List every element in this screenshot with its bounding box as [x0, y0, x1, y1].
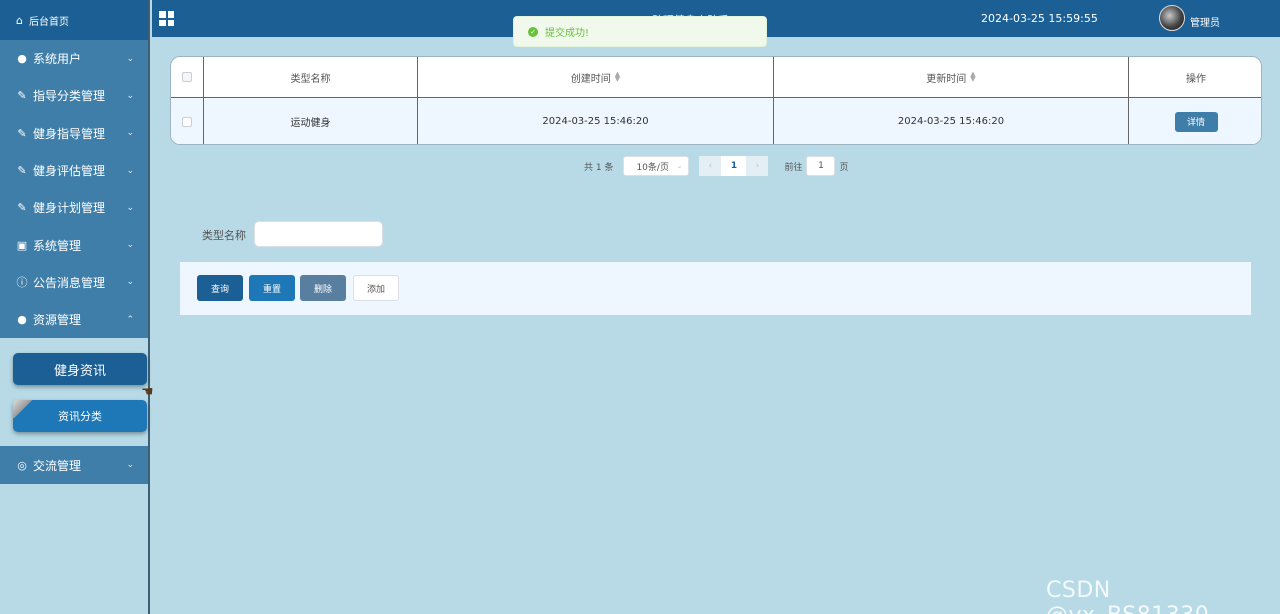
- header-label: 操作: [1186, 73, 1206, 85]
- sidebar-home[interactable]: ⌂ 后台首页: [0, 0, 148, 40]
- chevron-down-icon: ⌄: [126, 202, 134, 213]
- sort-icon[interactable]: ▲ ▼: [615, 71, 620, 83]
- submenu-label: 健身资讯: [53, 363, 106, 379]
- resources-submenu: 健身资讯 资讯分类: [0, 338, 148, 447]
- type-name-input[interactable]: [254, 221, 383, 247]
- page-size-value: 10条/页: [636, 162, 669, 173]
- header-label: 更新时间: [926, 73, 967, 85]
- edit-icon: ✎: [17, 89, 27, 103]
- chevron-down-icon: ⌄: [126, 240, 134, 251]
- data-table: 类型名称 创建时间 ▲ ▼ 更新时间 ▲ ▼ 操作 运动健身 2024-03-25 …: [170, 56, 1262, 145]
- row-checkbox[interactable]: [182, 116, 192, 127]
- chat-icon: ◎: [17, 458, 27, 472]
- home-icon: ⌂: [16, 13, 23, 27]
- submenu-news-category[interactable]: 资讯分类: [13, 400, 147, 433]
- goto-suffix: 页: [839, 162, 849, 173]
- header-label: 创建时间: [570, 73, 611, 85]
- sidebar-item-label: 公告消息管理: [33, 275, 106, 290]
- page-size-select[interactable]: 10条/页 ⌄: [623, 156, 690, 176]
- goto-label: 前往: [784, 162, 803, 173]
- table-cell-created: 2024-03-25 15:46:20: [418, 97, 774, 144]
- edit-icon: ✎: [17, 164, 27, 178]
- chevron-down-icon: ⌄: [676, 162, 683, 170]
- user-icon: ●: [17, 52, 27, 66]
- sidebar-item-label: 指导分类管理: [33, 89, 106, 104]
- chevron-down-icon: ⌄: [126, 53, 134, 64]
- info-icon: ⓘ: [16, 276, 28, 290]
- prev-page-button[interactable]: ‹: [699, 156, 722, 176]
- page-number-current[interactable]: 1: [721, 156, 747, 176]
- location-icon: ●: [17, 313, 27, 327]
- sidebar-item-label: 系统管理: [33, 238, 82, 253]
- sidebar-item-system-users[interactable]: ● 系统用户 ⌄: [0, 40, 148, 77]
- submenu-fitness-news[interactable]: 健身资讯: [13, 353, 147, 386]
- page-fold-decoration: [13, 400, 33, 419]
- watermark: CSDN @vx_BS81330: [1046, 578, 1209, 614]
- chevron-down-icon: ⌄: [126, 90, 134, 101]
- next-page-button[interactable]: ›: [746, 156, 769, 176]
- toast-message: 提交成功!: [545, 28, 590, 39]
- header-label: 类型名称: [290, 73, 331, 85]
- delete-button[interactable]: 删除: [300, 275, 346, 301]
- search-label: 类型名称: [202, 229, 246, 242]
- table-cell-updated: 2024-03-25 15:46:20: [774, 97, 1129, 144]
- sidebar-item-fitness-assessment[interactable]: ✎ 健身评估管理 ⌄: [0, 152, 148, 189]
- sidebar-item-label: 健身计划管理: [33, 201, 106, 216]
- sidebar-item-communication[interactable]: ◎ 交流管理 ⌄: [0, 446, 148, 483]
- avatar[interactable]: [1159, 5, 1185, 31]
- pagination: 共 1 条 10条/页 ⌄ ‹ 1 › 前往 1 页: [584, 156, 848, 176]
- table-cell-actions: 详情: [1129, 97, 1261, 144]
- chevron-up-icon: ⌃: [126, 314, 134, 325]
- sidebar-item-guide-category[interactable]: ✎ 指导分类管理 ⌄: [0, 77, 148, 114]
- sidebar-menu: ● 系统用户 ⌄ ✎ 指导分类管理 ⌄ ✎ 健身指导管理 ⌄ ✎ 健身评估管理 …: [0, 40, 148, 339]
- sidebar-item-label: 健身评估管理: [33, 164, 106, 179]
- header-created-time[interactable]: 创建时间 ▲ ▼: [418, 57, 774, 97]
- sidebar-item-resources[interactable]: ● 资源管理 ⌃: [0, 301, 148, 338]
- add-button[interactable]: 添加: [353, 275, 399, 301]
- sidebar-item-fitness-guide[interactable]: ✎ 健身指导管理 ⌄: [0, 115, 148, 152]
- sidebar-item-system-management[interactable]: ▣ 系统管理 ⌄: [0, 226, 148, 263]
- table-row-checkbox-cell: [171, 97, 204, 144]
- chevron-down-icon: ⌄: [126, 277, 134, 288]
- success-toast: ✓ 提交成功!: [513, 16, 767, 47]
- hand-cursor-icon: ☚: [141, 384, 154, 400]
- header-actions: 操作: [1129, 57, 1261, 97]
- sidebar-item-label: 系统用户: [33, 52, 82, 67]
- pagination-total: 共 1 条: [584, 162, 614, 173]
- select-all-cell: [171, 57, 204, 97]
- chevron-down-icon: ⌄: [126, 165, 134, 176]
- sidebar: ⌂ 后台首页 ● 系统用户 ⌄ ✎ 指导分类管理 ⌄ ✎ 健身指导管理 ⌄ ✎ …: [0, 0, 150, 614]
- sidebar-menu-bottom: ◎ 交流管理 ⌄: [0, 446, 148, 484]
- table-cell-name: 运动健身: [204, 97, 418, 144]
- header-type-name: 类型名称: [204, 57, 418, 97]
- edit-icon: ✎: [17, 201, 27, 215]
- picture-icon: ▣: [16, 238, 28, 252]
- query-button[interactable]: 查询: [197, 275, 243, 301]
- check-circle-icon: ✓: [528, 26, 538, 37]
- goto-page-input[interactable]: 1: [806, 156, 836, 176]
- chevron-down-icon: ⌄: [126, 128, 134, 139]
- edit-icon: ✎: [17, 126, 27, 140]
- user-name[interactable]: 管理员: [1190, 14, 1220, 29]
- select-all-checkbox[interactable]: [182, 72, 192, 82]
- header-updated-time[interactable]: 更新时间 ▲ ▼: [774, 57, 1129, 97]
- reset-button[interactable]: 重置: [249, 275, 295, 301]
- submenu-label: 资讯分类: [58, 410, 102, 424]
- sidebar-item-label: 交流管理: [33, 458, 82, 473]
- sidebar-item-label: 健身指导管理: [33, 126, 106, 141]
- sidebar-item-announcements[interactable]: ⓘ 公告消息管理 ⌄: [0, 264, 148, 301]
- current-datetime: 2024-03-25 15:59:55: [981, 12, 1098, 25]
- sidebar-item-label: 资源管理: [33, 313, 82, 328]
- sidebar-item-fitness-plan[interactable]: ✎ 健身计划管理 ⌄: [0, 189, 148, 226]
- action-bar: 查询 重置 删除 添加: [180, 262, 1251, 315]
- menu-grid-icon[interactable]: [159, 11, 174, 26]
- detail-button[interactable]: 详情: [1174, 111, 1218, 132]
- sort-icon[interactable]: ▲ ▼: [970, 71, 975, 83]
- sidebar-home-label: 后台首页: [28, 16, 69, 28]
- chevron-down-icon: ⌄: [126, 460, 134, 471]
